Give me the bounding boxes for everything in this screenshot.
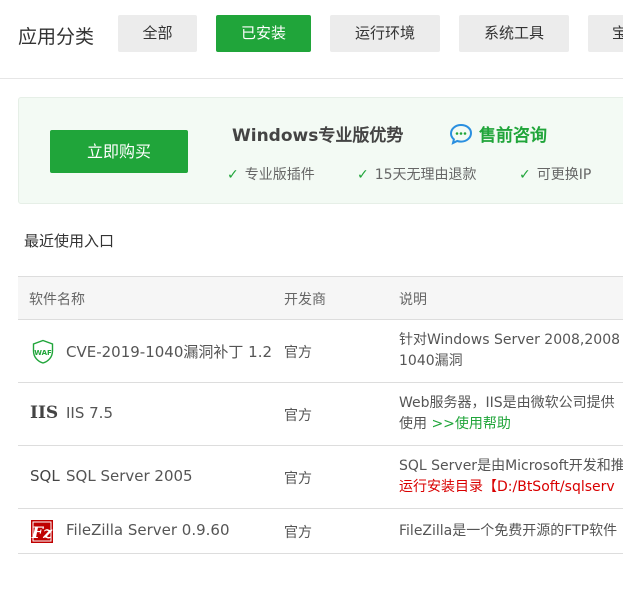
description: FileZilla是一个免费开源的FTP软件	[399, 523, 618, 539]
filezilla-icon: Fz	[31, 520, 53, 543]
desc-line: SQL Server是由Microsoft开发和推	[399, 458, 623, 474]
feature-change-ip: ✓ 可更换IP	[519, 164, 591, 184]
header-developer: 开发商	[284, 292, 326, 308]
pro-promo-panel: 立即购买 Windows专业版优势 售前咨询 ✓ 专业版插件 ✓ 15天无理由退款 …	[18, 97, 623, 204]
svg-text:WAF: WAF	[34, 349, 52, 357]
description: Web服务器，IIS是由微软公司提供 使用 >>使用帮助	[399, 393, 615, 435]
buy-now-button[interactable]: 立即购买	[50, 130, 188, 173]
table-row[interactable]: IIS IIS 7.5 官方 Web服务器，IIS是由微软公司提供 使用 >>使…	[18, 383, 623, 446]
header-description: 说明	[399, 292, 427, 308]
waf-icon: WAF	[32, 339, 54, 364]
software-name: CVE-2019-1040漏洞补丁 1.2	[66, 343, 273, 361]
feature-pro-plugins: ✓ 专业版插件	[227, 164, 315, 184]
usage-help-link[interactable]: >>使用帮助	[427, 416, 510, 432]
table-row[interactable]: Fz FileZilla Server 0.9.60 官方 FileZilla是…	[18, 509, 623, 554]
table-row[interactable]: WAF CVE-2019-1040漏洞补丁 1.2 官方 针对Windows S…	[18, 320, 623, 383]
consult-label: 售前咨询	[479, 126, 547, 146]
table-row[interactable]: SQL SQL Server 2005 官方 SQL Server是由Micro…	[18, 446, 623, 509]
chat-bubble-icon	[449, 123, 473, 145]
recent-entry-label: 最近使用入口	[24, 232, 115, 250]
desc-line: Web服务器，IIS是由微软公司提供	[399, 395, 615, 411]
developer: 官方	[284, 471, 312, 487]
tab-runtime[interactable]: 运行环境	[330, 15, 440, 52]
feature-label: 15天无理由退款	[374, 167, 477, 183]
developer: 官方	[284, 525, 312, 541]
feature-refund: ✓ 15天无理由退款	[357, 164, 477, 184]
feature-label: 可更换IP	[536, 167, 592, 183]
feature-label: 专业版插件	[244, 167, 315, 183]
iis-icon: IIS	[30, 403, 59, 423]
description: 针对Windows Server 2008,2008 1040漏洞	[399, 330, 620, 372]
sql-icon: SQL	[30, 467, 60, 485]
desc-line: 针对Windows Server 2008,2008	[399, 332, 621, 348]
check-icon: ✓	[519, 167, 531, 183]
table-header: 软件名称 开发商 说明	[18, 277, 623, 320]
svg-text:Fz: Fz	[31, 523, 53, 542]
check-icon: ✓	[227, 167, 239, 183]
desc-line: 运行安装目录【D:/BtSoft/sqlserv	[399, 479, 615, 495]
check-icon: ✓	[357, 167, 369, 183]
desc-line: 1040漏洞	[399, 353, 463, 369]
presales-consult-link[interactable]: 售前咨询	[449, 121, 547, 146]
tab-installed[interactable]: 已安装	[216, 15, 311, 52]
software-table: 软件名称 开发商 说明 WAF CVE-2019-1040漏洞补丁 1.2 官方…	[18, 276, 623, 554]
tab-more[interactable]: 宝	[588, 15, 623, 52]
header-name: 软件名称	[29, 292, 85, 308]
software-name: FileZilla Server 0.9.60	[66, 521, 230, 539]
tab-system-tools[interactable]: 系统工具	[459, 15, 569, 52]
software-name: SQL Server 2005	[66, 467, 193, 485]
promo-title: Windows专业版优势	[232, 126, 404, 146]
software-name: IIS 7.5	[66, 404, 113, 422]
page-title: 应用分类	[18, 26, 95, 48]
desc-line: 使用 >>使用帮助	[399, 416, 511, 432]
developer: 官方	[284, 408, 312, 424]
category-bar: 应用分类 全部 已安装 运行环境 系统工具 宝	[0, 0, 623, 79]
tab-all[interactable]: 全部	[118, 15, 197, 52]
description: SQL Server是由Microsoft开发和推 运行安装目录【D:/BtSo…	[399, 456, 623, 498]
developer: 官方	[284, 345, 312, 361]
